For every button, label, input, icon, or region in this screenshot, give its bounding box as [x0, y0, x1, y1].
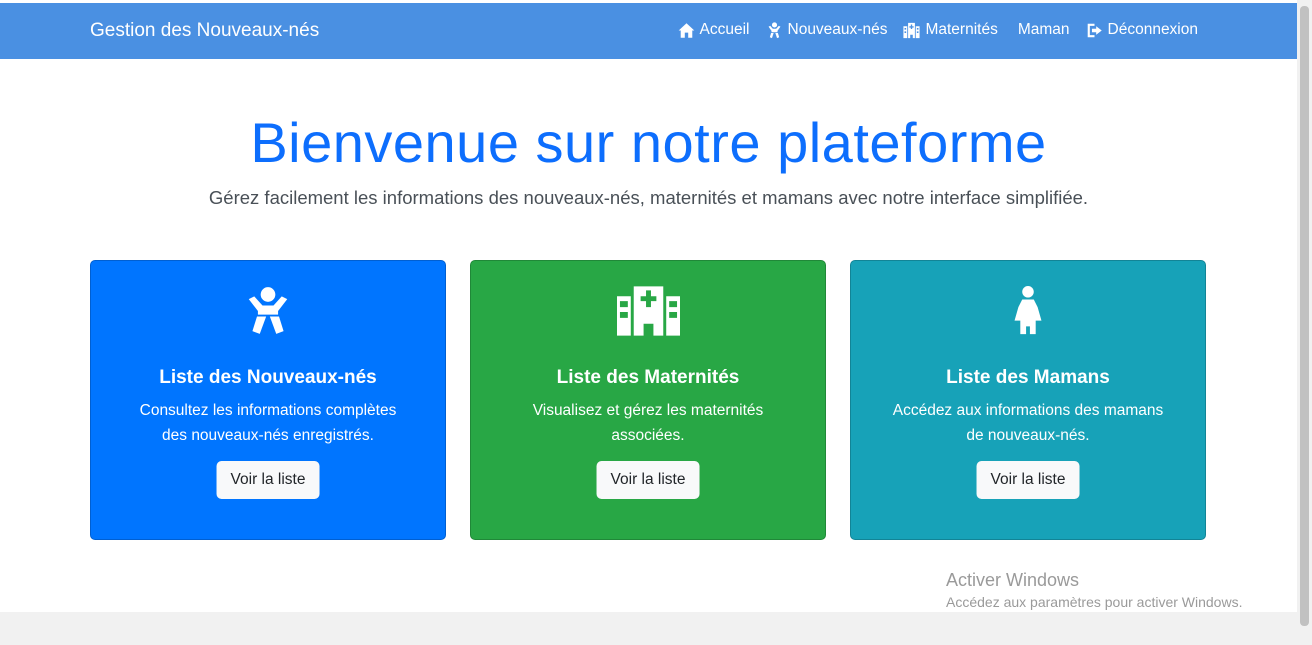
nav-link-maternites[interactable]: Maternités: [903, 21, 998, 39]
footer: [0, 612, 1297, 645]
hospital-icon: [903, 22, 921, 38]
vertical-scrollbar[interactable]: [1297, 0, 1312, 645]
card-title: Liste des Maternités: [556, 367, 740, 388]
page: Gestion des Nouveaux-nés Accueil Nouveau…: [0, 0, 1297, 645]
voir-liste-maternites-button[interactable]: Voir la liste: [596, 461, 700, 499]
hero-subtitle: Gérez facilement les informations des no…: [208, 187, 1089, 208]
watermark-subtitle: Accédez aux paramètres pour activer Wind…: [946, 594, 1243, 610]
sign-out-icon: [1087, 23, 1102, 37]
watermark-title: Activer Windows: [946, 570, 1080, 590]
nav-link-nouveaux-nes[interactable]: Nouveaux-nés: [766, 21, 888, 39]
nav-link-deconnexion[interactable]: Déconnexion: [1086, 21, 1198, 39]
nav-links: Accueil Nouveaux-nés Maternités Maman Dé…: [678, 21, 1198, 39]
nav-link-accueil[interactable]: Accueil: [678, 21, 750, 39]
female-icon: [1014, 286, 1042, 335]
card-nouveaux-nes: Liste des Nouveaux-nés Consultez les inf…: [90, 260, 446, 540]
card-text: Visualisez et gérez les maternités assoc…: [532, 402, 764, 444]
hero-title: Bienvenue sur notre plateforme: [250, 111, 1047, 174]
nav-link-label: Maternités: [925, 21, 998, 38]
home-icon: [678, 22, 694, 38]
voir-liste-mamans-button[interactable]: Voir la liste: [976, 461, 1080, 499]
baby-icon: [768, 21, 780, 38]
card-title: Liste des Mamans: [946, 367, 1110, 388]
card-maternites: Liste des Maternités Visualisez et gérez…: [470, 260, 826, 540]
voir-liste-nouveaux-nes-button[interactable]: Voir la liste: [216, 461, 320, 499]
nav-link-label: Accueil: [699, 21, 750, 38]
card-mamans: Liste des Mamans Accédez aux information…: [850, 260, 1206, 540]
nav-link-label: Déconnexion: [1107, 21, 1198, 38]
card-text: Accédez aux informations des mamans de n…: [892, 402, 1164, 444]
windows-activation-watermark: Activer Windows Accédez aux paramètres p…: [946, 570, 1242, 610]
nav-link-maman[interactable]: Maman: [1018, 21, 1070, 39]
nav-link-label: Nouveaux-nés: [787, 21, 888, 38]
card-title: Liste des Nouveaux-nés: [159, 367, 377, 388]
baby-icon: [248, 287, 288, 334]
hospital-icon: [616, 286, 680, 336]
brand-title[interactable]: Gestion des Nouveaux-nés: [90, 20, 319, 42]
card-text: Consultez les informations complètes des…: [139, 402, 397, 444]
scrollbar-thumb[interactable]: [1300, 6, 1309, 626]
nav-link-label: Maman: [1017, 21, 1070, 38]
navbar: Gestion des Nouveaux-nés Accueil Nouveau…: [0, 3, 1297, 59]
